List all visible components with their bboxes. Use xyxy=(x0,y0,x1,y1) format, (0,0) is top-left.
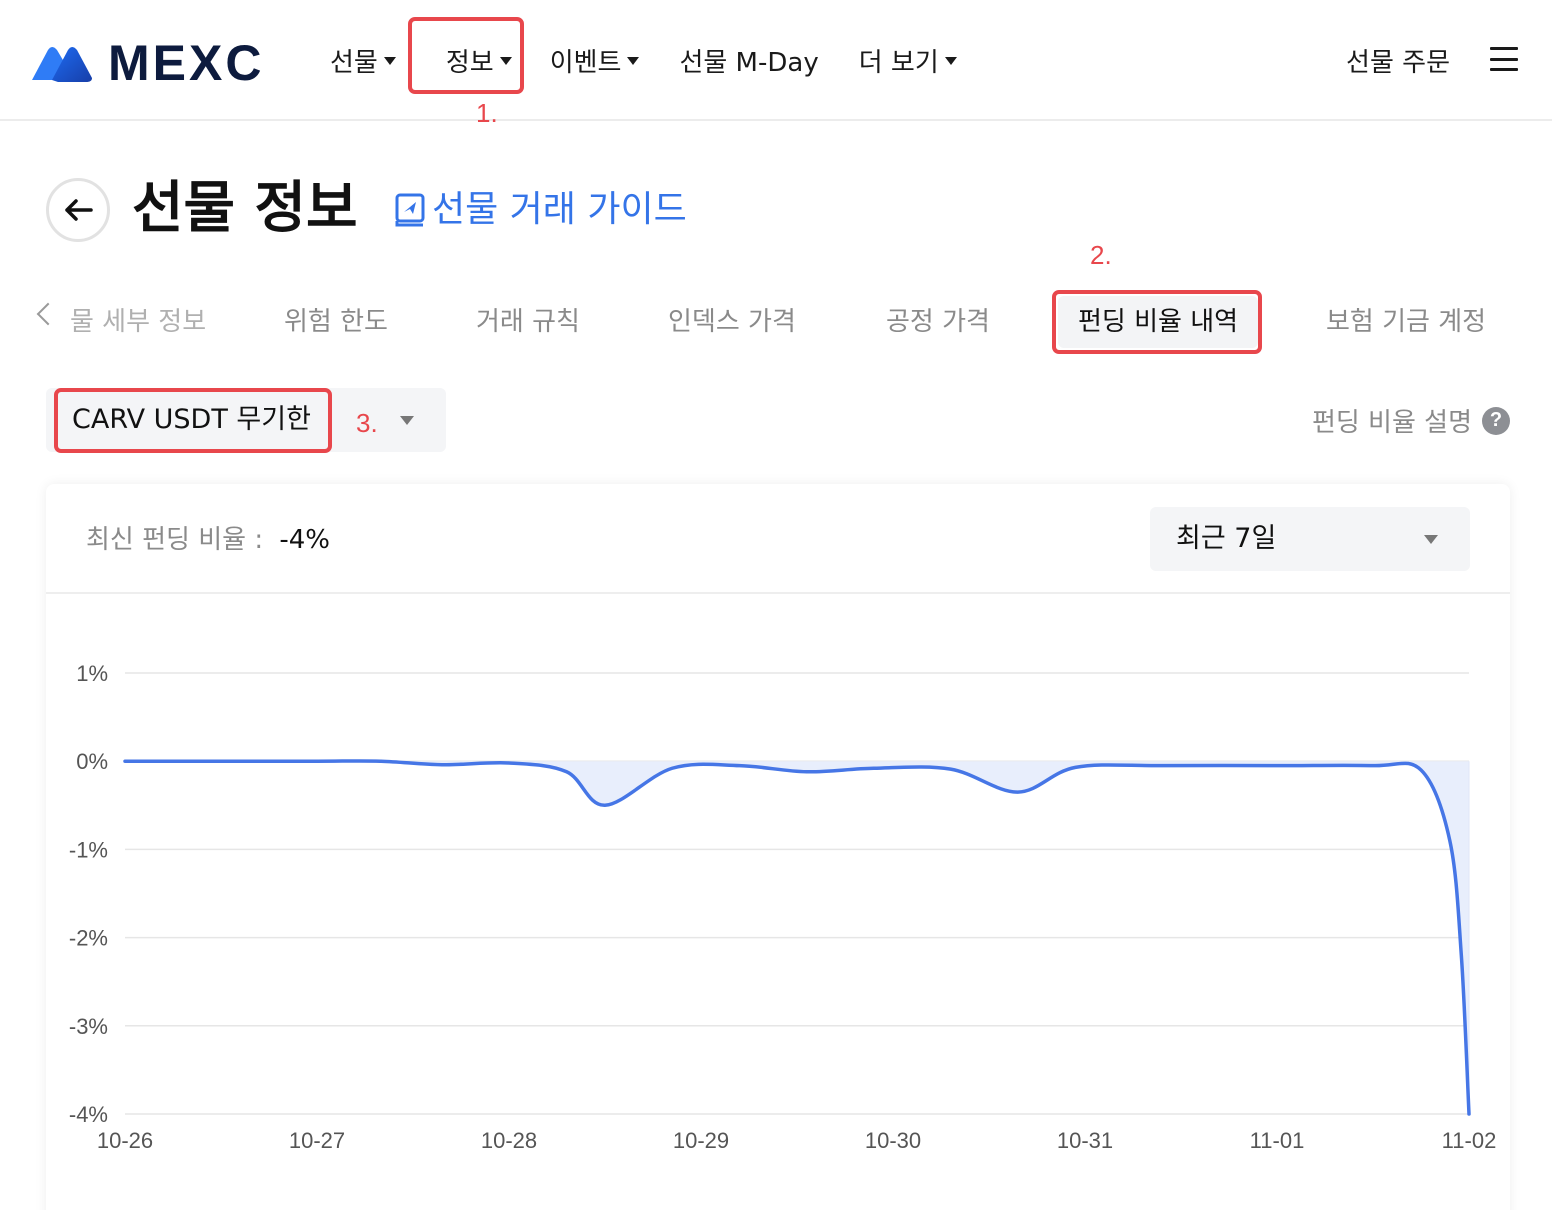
info-tabs: 물 세부 정보 위험 한도 거래 규칙 인덱스 가격 공정 가격 펀딩 비율 내… xyxy=(0,290,1552,354)
annotation-label-3: 3. xyxy=(356,408,378,438)
funding-rate-card: 최신 펀딩 비율 : -4% 최근 7일 1% 0% -1% -2% -3% -4% 10-… xyxy=(46,484,1510,1210)
futures-guide-link[interactable]: 선물 거래 가이드 xyxy=(394,186,687,234)
nav-futures[interactable]: 선물 xyxy=(330,40,396,80)
y-tick-label: -4% xyxy=(69,1102,108,1127)
tab-contract-details[interactable]: 물 세부 정보 xyxy=(70,302,206,342)
nav-more-label: 더 보기 xyxy=(858,47,939,78)
tab-risk-limit[interactable]: 위험 한도 xyxy=(284,302,388,342)
mexc-logo[interactable]: MEXC xyxy=(30,38,264,88)
nav-futures-mday[interactable]: 선물 M-Day xyxy=(679,40,818,80)
back-button[interactable] xyxy=(46,178,110,242)
futures-order-link[interactable]: 선물 주문 xyxy=(1346,40,1450,80)
x-tick-label: 11-01 xyxy=(1250,1128,1305,1153)
question-icon: ? xyxy=(1482,406,1510,435)
chevron-left-icon[interactable] xyxy=(36,302,60,326)
y-tick-label: -1% xyxy=(69,837,108,862)
x-tick-label: 10-29 xyxy=(673,1128,729,1153)
y-tick-label: 0% xyxy=(76,749,108,774)
top-navigation-bar: MEXC 선물 정보 이벤트 선물 M-Day 더 보기 선물 주문 xyxy=(0,0,1552,121)
tab-fair-price[interactable]: 공정 가격 xyxy=(886,302,990,342)
tab-insurance-fund[interactable]: 보험 기금 계정 xyxy=(1326,302,1486,342)
nav-more[interactable]: 더 보기 xyxy=(859,40,957,80)
y-tick-label: -3% xyxy=(69,1014,108,1039)
tab-index-price[interactable]: 인덱스 가격 xyxy=(668,302,796,342)
nav-futures-mday-label: 선물 M-Day xyxy=(679,47,819,78)
nav-events-label: 이벤트 xyxy=(549,47,622,78)
page-title: 선물 정보 xyxy=(132,176,358,241)
annotation-label-1: 1. xyxy=(476,98,498,128)
caret-down-icon xyxy=(627,57,640,65)
annotation-box-2 xyxy=(1052,290,1262,354)
funding-rate-explanation-link[interactable]: 펀딩 비율 설명 ? xyxy=(1312,402,1510,439)
funding-rate-explanation-label: 펀딩 비율 설명 xyxy=(1311,408,1472,438)
arrow-left-icon xyxy=(65,199,93,221)
caret-down-icon xyxy=(383,57,396,65)
x-tick-label: 10-27 xyxy=(289,1128,345,1153)
annotation-label-2: 2. xyxy=(1090,240,1112,270)
nav-futures-label: 선물 xyxy=(330,47,378,78)
x-tick-label: 10-31 xyxy=(1057,1128,1113,1153)
annotation-box-1 xyxy=(408,17,524,94)
y-tick-label: 1% xyxy=(76,661,108,686)
mexc-logo-icon xyxy=(32,47,92,82)
x-tick-label: 10-26 xyxy=(97,1128,153,1153)
tab-trading-rules[interactable]: 거래 규칙 xyxy=(476,302,580,342)
nav-events[interactable]: 이벤트 xyxy=(550,40,640,80)
x-tick-label: 11-02 xyxy=(1442,1128,1497,1153)
menu-icon[interactable] xyxy=(1490,47,1518,71)
logo-text: MEXC xyxy=(108,35,265,91)
caret-down-icon xyxy=(400,416,414,425)
guide-book-icon xyxy=(395,193,425,227)
funding-rate-chart: 1% 0% -1% -2% -3% -4%10-26 10-27 10-28 10-29 10-3… xyxy=(69,661,1497,1153)
x-tick-label: 10-30 xyxy=(865,1128,921,1153)
annotation-box-3 xyxy=(54,388,332,453)
x-tick-label: 10-28 xyxy=(481,1128,537,1153)
caret-down-icon xyxy=(944,57,957,65)
futures-guide-label: 선물 거래 가이드 xyxy=(432,189,687,230)
y-tick-label: -2% xyxy=(69,926,108,951)
